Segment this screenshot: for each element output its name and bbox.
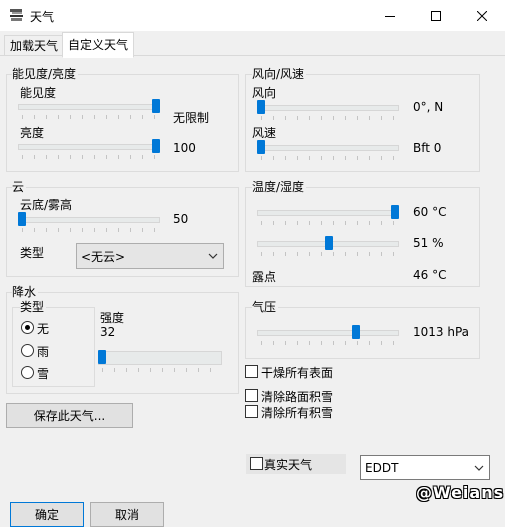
slider-ticks bbox=[261, 156, 397, 160]
checkbox-box[interactable] bbox=[245, 389, 258, 402]
radio-indicator[interactable] bbox=[21, 366, 34, 379]
maximize-icon bbox=[431, 10, 441, 21]
slider-thumb[interactable] bbox=[391, 205, 399, 219]
visibility-value: 无限制 bbox=[173, 111, 210, 125]
save-weather-button[interactable]: 保存此天气... bbox=[6, 403, 133, 428]
slider-ticks bbox=[22, 155, 158, 159]
chevron-down-icon bbox=[203, 253, 223, 259]
radio-label: 无 bbox=[37, 322, 50, 336]
slider-track bbox=[257, 145, 399, 151]
slider-thumb[interactable] bbox=[152, 99, 160, 113]
watermark: @Weians bbox=[416, 483, 505, 502]
visibility-slider[interactable] bbox=[18, 99, 164, 119]
cloud-base-slider[interactable] bbox=[18, 212, 164, 232]
slider-ticks bbox=[261, 116, 397, 120]
checkbox-box[interactable] bbox=[245, 365, 258, 378]
slider-thumb[interactable] bbox=[98, 350, 106, 364]
checkbox-box[interactable] bbox=[250, 457, 263, 470]
cloud-group-title: 云 bbox=[12, 180, 27, 194]
pressure-slider[interactable] bbox=[257, 325, 403, 345]
brightness-slider[interactable] bbox=[18, 139, 164, 159]
tab-custom-weather[interactable]: 自定义天气 bbox=[62, 32, 135, 58]
pressure-group-title: 气压 bbox=[252, 300, 279, 314]
checkbox-label: 真实天气 bbox=[264, 458, 313, 472]
maximize-button[interactable] bbox=[413, 0, 459, 31]
slider-track bbox=[18, 104, 160, 110]
intensity-value: 32 bbox=[100, 325, 116, 339]
pressure-value: 1013 hPa bbox=[413, 325, 470, 339]
wind-speed-value: Bft 0 bbox=[413, 141, 442, 155]
checkbox-label: 干燥所有表面 bbox=[261, 366, 334, 380]
wind-speed-label: 风速 bbox=[252, 126, 277, 140]
slider-ticks bbox=[22, 228, 158, 232]
intensity-label: 强度 bbox=[100, 311, 125, 325]
cloud-base-label: 云底/雾高 bbox=[20, 198, 73, 212]
checkbox-box[interactable] bbox=[245, 405, 258, 418]
wind-direction-value: 0°, N bbox=[413, 100, 444, 114]
wind-group-title: 风向/风速 bbox=[252, 67, 307, 81]
minimize-button[interactable] bbox=[367, 0, 413, 31]
slider-ticks bbox=[261, 221, 397, 225]
precipitation-group-title: 降水 bbox=[12, 285, 39, 299]
intensity-slider[interactable] bbox=[98, 350, 226, 372]
checkbox-label: 清除路面积雪 bbox=[261, 390, 334, 404]
radio-label: 雪 bbox=[37, 367, 50, 381]
slider-thumb[interactable] bbox=[325, 236, 333, 250]
tab-load-weather[interactable]: 加载天气 bbox=[4, 35, 65, 57]
temperature-group-title: 温度/湿度 bbox=[252, 180, 307, 194]
cloud-type-combo[interactable]: <无云> bbox=[76, 243, 224, 269]
slider-track bbox=[257, 105, 399, 111]
weather-app-icon bbox=[10, 9, 23, 21]
slider-thumb[interactable] bbox=[152, 139, 160, 153]
cloud-type-selected: <无云> bbox=[81, 249, 126, 264]
visibility-group-title: 能见度/亮度 bbox=[12, 67, 79, 81]
radio-indicator[interactable] bbox=[21, 344, 34, 357]
wind-direction-slider[interactable] bbox=[257, 100, 403, 120]
radio-indicator[interactable] bbox=[21, 321, 34, 334]
dewpoint-value: 46 °C bbox=[413, 268, 447, 282]
slider-ticks bbox=[261, 341, 397, 345]
close-button[interactable] bbox=[459, 0, 505, 31]
slider-track bbox=[257, 210, 399, 216]
brightness-value: 100 bbox=[173, 141, 196, 155]
wind-speed-slider[interactable] bbox=[257, 140, 403, 160]
slider-ticks bbox=[102, 368, 220, 372]
slider-thumb[interactable] bbox=[257, 100, 265, 114]
airport-selected: EDDT bbox=[365, 460, 399, 475]
radio-label: 雨 bbox=[37, 345, 50, 359]
chevron-down-icon bbox=[469, 465, 489, 471]
humidity-value: 51 % bbox=[413, 236, 444, 250]
cloud-type-label: 类型 bbox=[20, 246, 45, 260]
cancel-button[interactable]: 取消 bbox=[90, 502, 164, 527]
slider-track bbox=[98, 351, 222, 365]
close-icon bbox=[477, 10, 487, 21]
title-bar: 天气 bbox=[0, 0, 505, 31]
temperature-value: 60 °C bbox=[413, 205, 447, 219]
ok-button[interactable]: 确定 bbox=[10, 502, 84, 527]
slider-track bbox=[18, 217, 160, 223]
airport-combo[interactable]: EDDT bbox=[360, 455, 490, 480]
temperature-slider[interactable] bbox=[257, 205, 403, 225]
wind-direction-label: 风向 bbox=[252, 86, 277, 100]
slider-track bbox=[18, 144, 160, 150]
dewpoint-label: 露点 bbox=[252, 270, 277, 284]
cloud-base-value: 50 bbox=[173, 212, 189, 226]
minimize-icon bbox=[385, 15, 395, 17]
checkbox-label: 清除所有积雪 bbox=[261, 406, 334, 420]
slider-ticks bbox=[261, 252, 397, 256]
slider-track bbox=[257, 330, 399, 336]
precipitation-type-label: 类型 bbox=[20, 300, 47, 314]
slider-ticks bbox=[22, 115, 158, 119]
slider-thumb[interactable] bbox=[257, 140, 265, 154]
humidity-slider[interactable] bbox=[257, 236, 403, 256]
slider-thumb[interactable] bbox=[352, 325, 360, 339]
slider-thumb[interactable] bbox=[18, 212, 26, 226]
window-title: 天气 bbox=[30, 10, 55, 24]
